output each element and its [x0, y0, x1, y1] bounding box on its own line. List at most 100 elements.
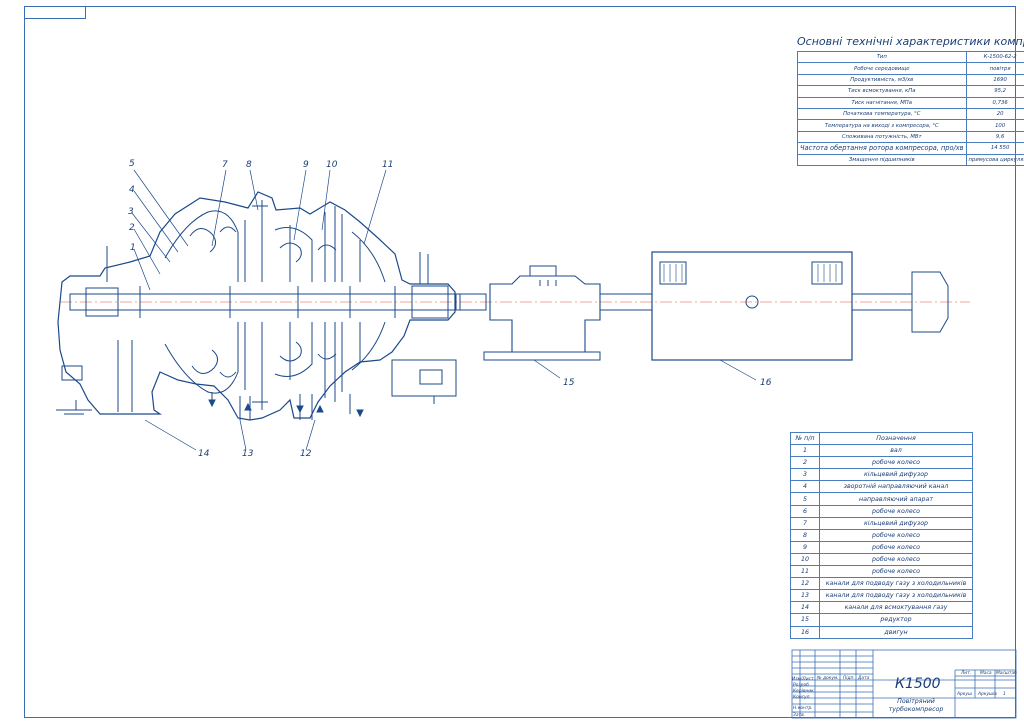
spec-table: Тип К-1500-62-2 Робоче середовище повітря Пр…: [797, 50, 1024, 166]
parts-row: 2 робоче колесо: [790, 456, 973, 470]
parts-row: 8 робоче колесо: [790, 528, 973, 542]
base-left: [56, 400, 92, 415]
part-number: 7: [790, 516, 820, 530]
parts-row: 7 кільцевий дифузор: [790, 516, 973, 530]
callout-15: 15: [563, 378, 575, 388]
callout-16: 16: [760, 378, 772, 388]
parts-row: 16 двигун: [790, 625, 973, 639]
impeller-6: [189, 228, 218, 374]
part-name: зворотній направляючий канал: [819, 480, 973, 494]
spec-value: К-1500-62-2: [965, 50, 1024, 64]
stage-2-lower: [244, 322, 268, 410]
callout-3: 3: [128, 207, 134, 217]
callout-14: 14: [198, 449, 210, 459]
parts-row: 9 робоче колесо: [790, 540, 973, 554]
drawing-sheet: 5 4 3 2 1 7 8 9 10 11 14 13 12 15 16 Осн…: [0, 0, 1024, 724]
drawing-name-line1: Повітряний: [897, 698, 935, 705]
part-name: канали для подводу газу з холодильників: [819, 589, 973, 603]
stage-1-lower: [164, 322, 239, 394]
spec-param: Тиск нагнітання, МПа: [797, 96, 967, 109]
spec-row: Тип К-1500-62-2: [797, 50, 1024, 64]
spec-value: 0,736: [965, 96, 1024, 109]
part-number: 1: [790, 444, 820, 458]
part-number: 4: [790, 480, 820, 494]
tb-row-kerivn: Керівник: [793, 689, 814, 694]
tb-sheets: Аркушів: [978, 692, 997, 697]
spec-value: 100: [965, 119, 1024, 132]
spec-param: Початкова температура, °С: [797, 107, 967, 121]
part-name: направляючий апарат: [819, 492, 973, 506]
parts-row: 14 канали для всмоктування газу: [790, 601, 973, 615]
parts-row: 3 кільцевий дифузор: [790, 468, 973, 482]
part-number: 9: [790, 540, 820, 554]
spec-param: Температура на виході з компресора, °С: [797, 119, 967, 132]
drawing-name: Повітряний турбокомпресор: [884, 698, 948, 714]
part-number: 5: [790, 492, 820, 506]
spec-value: повітря: [965, 62, 1024, 75]
spec-param: Тип: [797, 50, 967, 64]
spec-param: Робоче середовище: [797, 62, 967, 75]
tb-row-konsult: Консул.: [793, 695, 811, 700]
spec-param: Частота обертання ротора компресора, про…: [797, 142, 967, 155]
stage-2-upper: [244, 200, 268, 282]
part-number: 10: [790, 552, 820, 567]
stage-5-lower: [351, 321, 386, 371]
parts-header-row: № п/п Позначення: [790, 431, 973, 446]
spec-value: 1690: [965, 73, 1024, 87]
part-number: 13: [790, 589, 820, 603]
spec-param: Продуктивність, м3/хв: [797, 73, 967, 87]
tb-sheets-count: 1: [1003, 692, 1006, 697]
callout-11: 11: [382, 160, 394, 170]
part-name: канали для всмоктування газу: [819, 601, 973, 615]
parts-row: 4 зворотній направляючий канал: [790, 480, 973, 494]
callout-7: 7: [222, 160, 228, 170]
part-name: редуктор: [819, 613, 973, 627]
stage-1-upper: [164, 210, 239, 282]
parts-row: 15 редуктор: [790, 613, 973, 627]
parts-row: 11 робоче колесо: [790, 565, 973, 579]
part-number: 16: [790, 625, 820, 639]
parts-header-name: Позначення: [819, 431, 973, 446]
gearbox-base: [483, 351, 601, 361]
spec-value: 95,2: [965, 85, 1024, 98]
tb-sheet: Аркуш: [957, 692, 973, 697]
parts-row: 12 канали для подводу газу з холодильникі…: [790, 577, 973, 591]
tb-col-doc: № докум.: [817, 676, 839, 681]
part-name: робоче колесо: [819, 528, 973, 542]
part-number: 14: [790, 601, 820, 615]
tb-row-zatv: Затв.: [793, 713, 806, 718]
tb-lit: Лит.: [961, 671, 972, 676]
part-number: 2: [790, 456, 820, 470]
part-number: 8: [790, 528, 820, 542]
tb-row-razrab: Розроб.: [793, 683, 811, 688]
part-name: робоче колесо: [819, 540, 973, 554]
spec-table-title: Основні технічні характеристики компресо…: [797, 35, 1024, 48]
tb-col-sign: Підп.: [843, 676, 855, 681]
callout-5: 5: [129, 159, 135, 169]
callout-2: 2: [129, 223, 135, 233]
spec-row: Споживана потужність, МВт 9,6: [797, 130, 1024, 144]
callout-13: 13: [242, 449, 254, 459]
bearing-housing-lower: [391, 359, 457, 397]
drawing-code: К1500: [895, 676, 941, 692]
callout-4: 4: [129, 185, 135, 195]
inlet-channel-14: [117, 340, 133, 412]
spec-row: Температура на виході з компресора, °С 10…: [797, 119, 1024, 132]
part-name: робоче колесо: [819, 456, 973, 470]
spec-row: Початкова температура, °С 20: [797, 107, 1024, 121]
part-name: канали для подводу газу з холодильників: [819, 577, 973, 591]
spec-param: Змащення підшипників: [797, 153, 967, 166]
spec-row: Змащення підшипниківпримусова циркуляція: [797, 153, 1024, 166]
tb-row-norm: Н.контр.: [793, 706, 813, 711]
part-name: кільцевий дифузор: [819, 516, 973, 530]
parts-row: 10 робоче колесо: [790, 552, 973, 567]
parts-header-num: № п/п: [790, 431, 820, 446]
spec-row: Тиск всмоктування, кПа 95,2: [797, 85, 1024, 98]
tb-mass: Маса: [980, 671, 992, 676]
parts-row: 1 вал: [790, 444, 973, 458]
tb-col-izm: Изм/Лист: [792, 677, 814, 682]
spec-value: 9,6: [965, 130, 1024, 144]
part-number: 15: [790, 613, 820, 627]
spec-value: 14 550: [965, 142, 1024, 155]
part-number: 12: [790, 577, 820, 591]
